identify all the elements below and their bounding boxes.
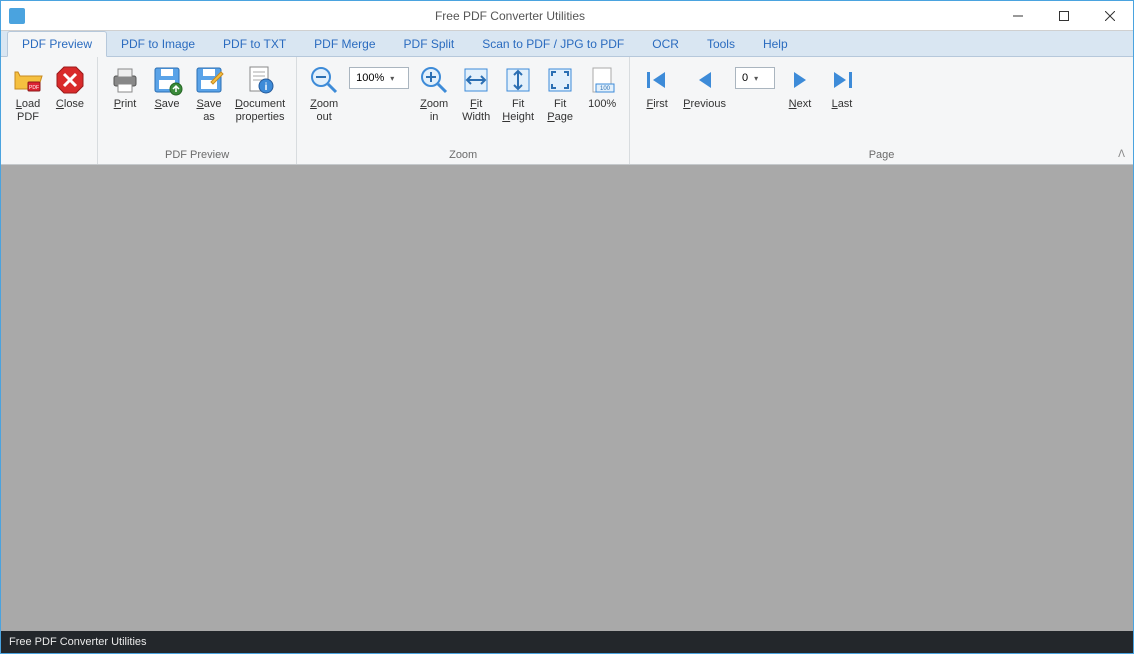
page-combo[interactable]: 0 ▾ — [735, 67, 775, 89]
doc-properties-button[interactable]: i Documentproperties — [230, 61, 290, 127]
fit-width-label: FitWidth — [462, 98, 490, 124]
ribbon: PDF LoadPDF Close Print — [1, 57, 1133, 165]
status-text: Free PDF Converter Utilities — [9, 636, 147, 648]
next-label: Next — [789, 98, 812, 111]
fit-height-label: FitHeight — [502, 98, 534, 124]
tab-bar: PDF Preview PDF to Image PDF to TXT PDF … — [1, 31, 1133, 57]
print-label: Print — [114, 98, 137, 111]
preview-area — [1, 165, 1133, 631]
page-combo-value: 0 — [742, 72, 748, 84]
titlebar: Free PDF Converter Utilities — [1, 1, 1133, 31]
ribbon-collapse-button[interactable]: ᐱ — [1118, 149, 1125, 160]
save-label: Save — [154, 98, 179, 111]
fit-page-button[interactable]: FitPage — [539, 61, 581, 127]
tab-scan-to-pdf[interactable]: Scan to PDF / JPG to PDF — [468, 32, 638, 56]
save-as-label: Saveas — [196, 98, 221, 124]
minimize-icon — [1013, 11, 1023, 21]
document-info-icon: i — [244, 64, 276, 96]
next-page-button[interactable]: Next — [779, 61, 821, 114]
window-title: Free PDF Converter Utilities — [25, 9, 995, 23]
fit-page-label: FitPage — [547, 98, 573, 124]
previous-icon — [689, 64, 721, 96]
window-controls — [995, 1, 1133, 30]
fit-width-icon — [460, 64, 492, 96]
zoom-out-icon — [308, 64, 340, 96]
maximize-button[interactable] — [1041, 1, 1087, 30]
first-label: First — [646, 98, 667, 111]
zoom-in-icon — [418, 64, 450, 96]
fit-page-icon — [544, 64, 576, 96]
previous-page-button[interactable]: Previous — [678, 61, 731, 114]
load-pdf-label: LoadPDF — [16, 98, 40, 124]
chevron-down-icon: ▾ — [390, 74, 394, 83]
close-label: Close — [56, 98, 84, 111]
save-as-button[interactable]: Saveas — [188, 61, 230, 127]
zoom-combo-value: 100% — [356, 72, 384, 84]
close-icon — [1105, 11, 1115, 21]
zoom-100-button[interactable]: 100 100% — [581, 61, 623, 114]
zoom-in-button[interactable]: Zoomin — [413, 61, 455, 127]
last-label: Last — [832, 98, 853, 111]
svg-text:100: 100 — [600, 86, 611, 92]
first-page-button[interactable]: First — [636, 61, 678, 114]
zoom-out-label: Zoomout — [310, 98, 338, 124]
svg-text:PDF: PDF — [29, 85, 39, 91]
print-button[interactable]: Print — [104, 61, 146, 114]
folder-open-icon: PDF — [12, 64, 44, 96]
tab-ocr[interactable]: OCR — [638, 32, 693, 56]
preview-group-label: PDF Preview — [98, 147, 296, 164]
ribbon-group-page: First Previous 0 ▾ Next — [630, 57, 1133, 164]
fit-width-button[interactable]: FitWidth — [455, 61, 497, 127]
status-bar: Free PDF Converter Utilities — [1, 631, 1133, 653]
maximize-icon — [1059, 11, 1069, 21]
fit-height-icon — [502, 64, 534, 96]
fit-height-button[interactable]: FitHeight — [497, 61, 539, 127]
close-stop-icon — [54, 64, 86, 96]
save-icon — [151, 64, 183, 96]
printer-icon — [109, 64, 141, 96]
tab-pdf-merge[interactable]: PDF Merge — [300, 32, 389, 56]
zoom-combo[interactable]: 100% ▾ — [349, 67, 409, 89]
save-button[interactable]: Save — [146, 61, 188, 114]
ribbon-group-file: PDF LoadPDF Close — [1, 57, 98, 164]
chevron-down-icon: ▾ — [754, 74, 758, 83]
tab-pdf-preview[interactable]: PDF Preview — [7, 31, 107, 57]
tab-pdf-to-image[interactable]: PDF to Image — [107, 32, 209, 56]
tab-pdf-split[interactable]: PDF Split — [390, 32, 469, 56]
doc-props-label: Documentproperties — [235, 98, 285, 124]
next-icon — [784, 64, 816, 96]
file-group-label — [1, 159, 97, 164]
tab-tools[interactable]: Tools — [693, 32, 749, 56]
page-100-icon: 100 — [586, 64, 618, 96]
last-icon — [826, 64, 858, 96]
close-button[interactable]: Close — [49, 61, 91, 114]
page-group-label: Page — [630, 147, 1133, 164]
zoom-100-label: 100% — [588, 98, 616, 111]
zoom-in-label: Zoomin — [420, 98, 448, 124]
ribbon-group-preview: Print Save Saveas i Documentproperties — [98, 57, 297, 164]
ribbon-group-zoom: Zoomout 100% ▾ Zoomin FitWidth — [297, 57, 630, 164]
close-window-button[interactable] — [1087, 1, 1133, 30]
previous-label: Previous — [683, 98, 726, 111]
svg-text:i: i — [265, 82, 268, 93]
first-icon — [641, 64, 673, 96]
app-icon — [9, 8, 25, 24]
load-pdf-button[interactable]: PDF LoadPDF — [7, 61, 49, 127]
save-as-icon — [193, 64, 225, 96]
zoom-group-label: Zoom — [297, 147, 629, 164]
last-page-button[interactable]: Last — [821, 61, 863, 114]
zoom-out-button[interactable]: Zoomout — [303, 61, 345, 127]
minimize-button[interactable] — [995, 1, 1041, 30]
tab-help[interactable]: Help — [749, 32, 802, 56]
tab-pdf-to-txt[interactable]: PDF to TXT — [209, 32, 300, 56]
chevron-up-icon: ᐱ — [1118, 149, 1125, 160]
